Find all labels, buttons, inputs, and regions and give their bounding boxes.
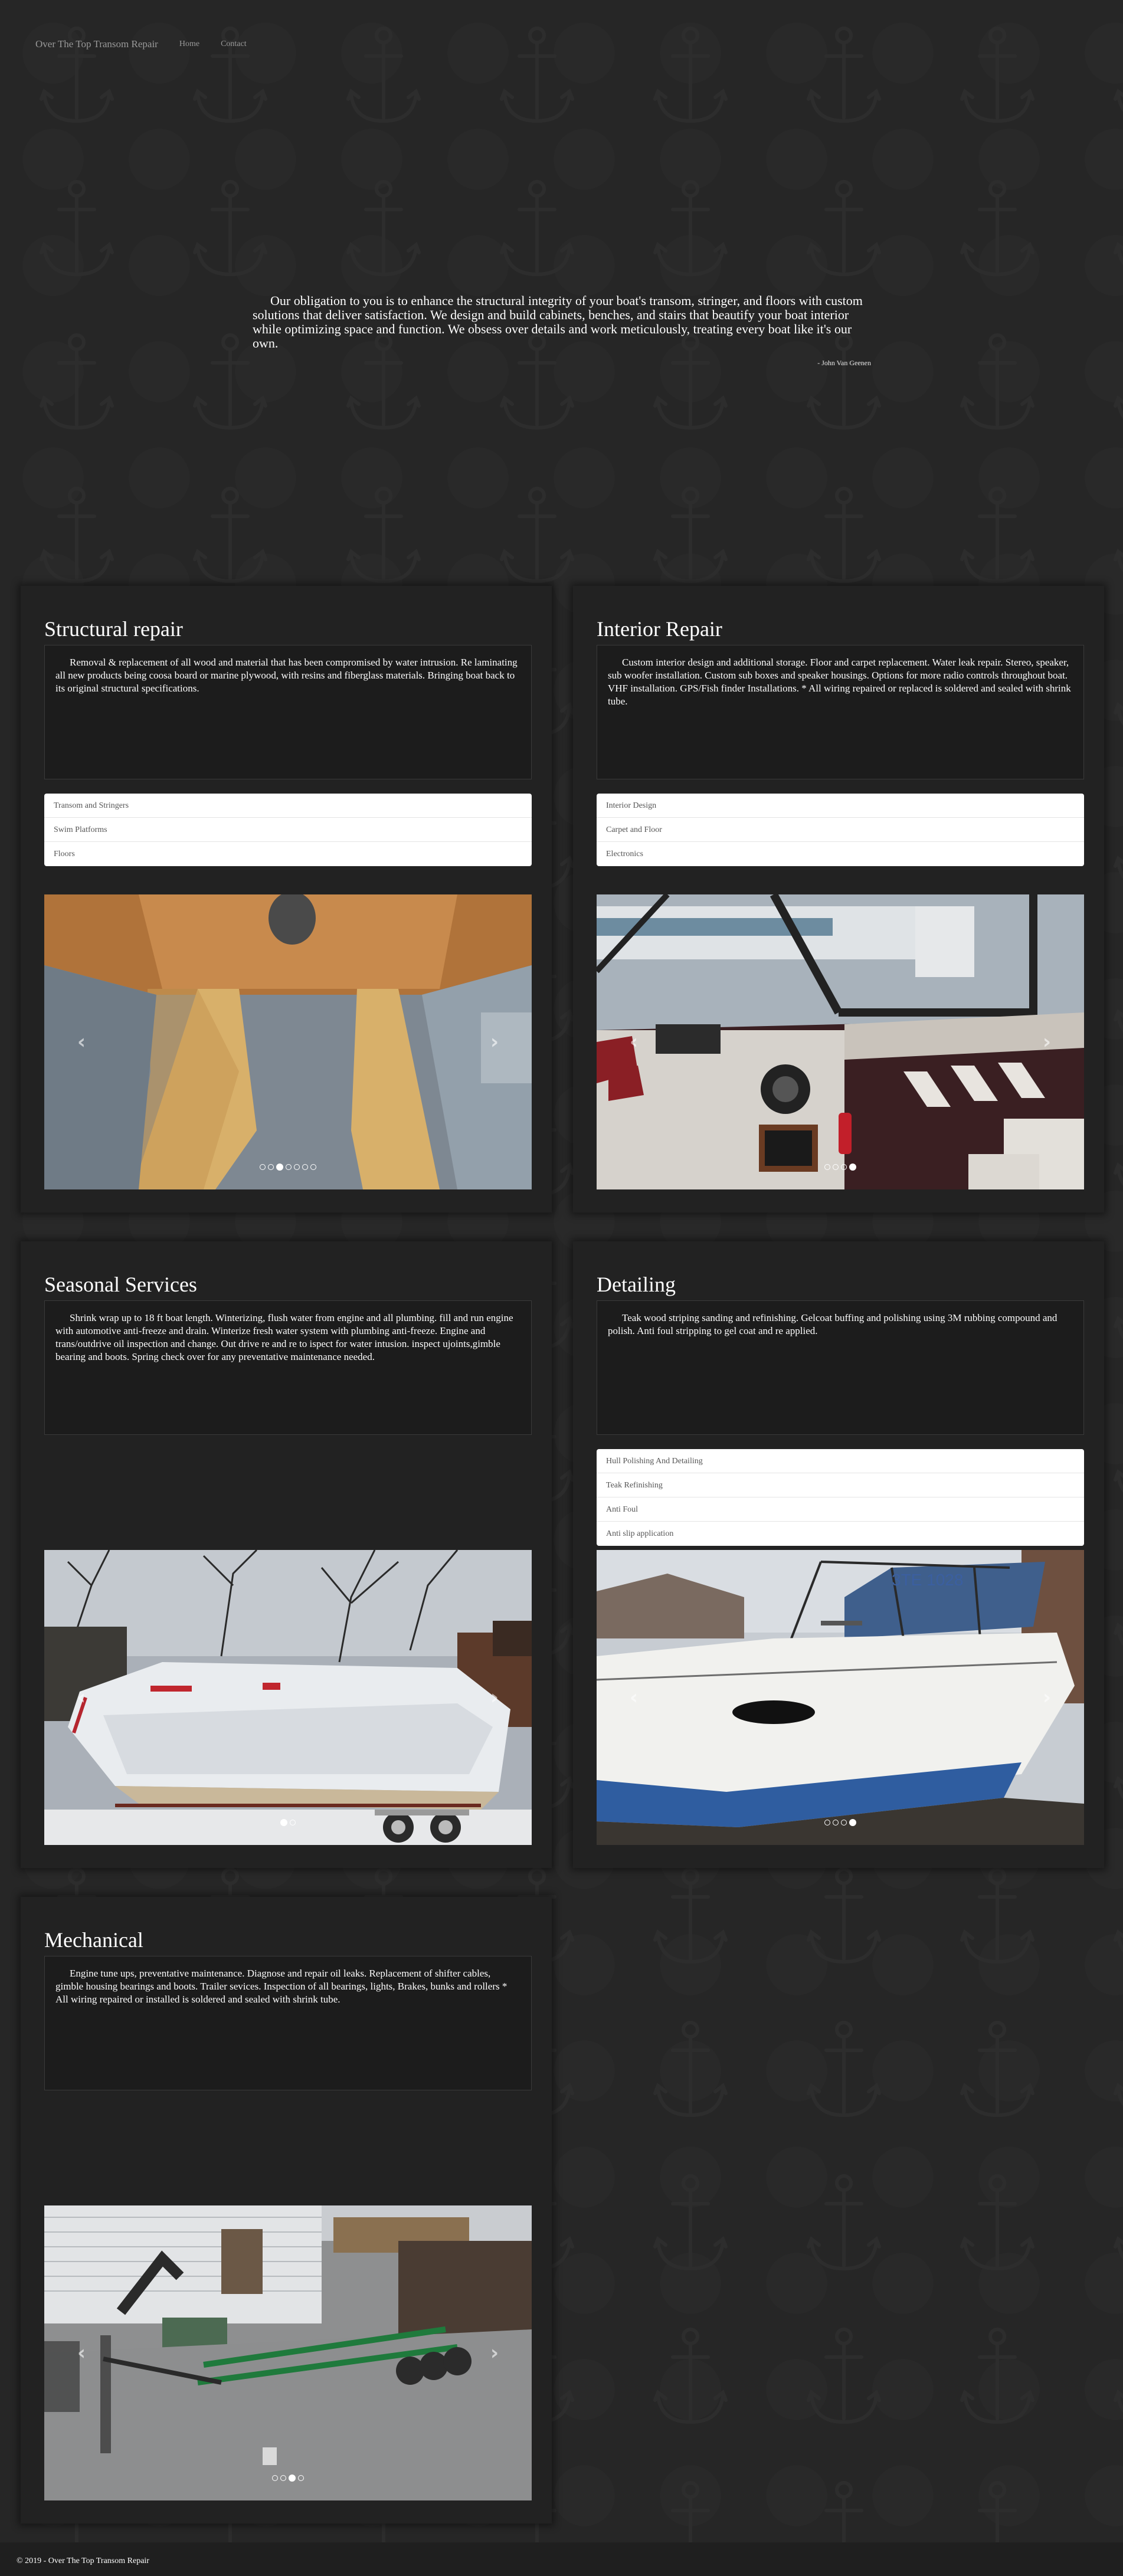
panel-description: Engine tune ups, preventative maintenanc… [44, 1956, 532, 2090]
carousel-prev-button[interactable]: ‹ [625, 1030, 643, 1054]
carousel-prev-button[interactable]: ‹ [625, 1686, 643, 1709]
carousel-indicator-active[interactable] [276, 1164, 283, 1171]
carousel-prev-button[interactable]: ‹ [73, 1030, 90, 1054]
carousel-indicator-active[interactable] [849, 1819, 856, 1826]
footer-copyright: © 2019 - Over The Top Transom Repair [17, 2557, 149, 2565]
image-carousel: ‹ › [44, 1550, 532, 1845]
carousel-indicator[interactable] [260, 1164, 266, 1170]
carousel-next-button[interactable]: › [486, 2341, 503, 2365]
carousel-next-button[interactable]: › [486, 1686, 503, 1709]
carousel-next-button[interactable]: › [486, 1030, 503, 1054]
list-item-carpet-and-floor[interactable]: Carpet and Floor [597, 818, 1084, 842]
carousel-image-shrink-wrap [44, 1550, 532, 1845]
image-carousel: ‹ › [597, 894, 1084, 1189]
carousel-indicator[interactable] [272, 2475, 278, 2481]
carousel-indicator[interactable] [833, 1820, 839, 1826]
carousel-indicator[interactable] [833, 1164, 839, 1170]
carousel-indicator-active[interactable] [849, 1164, 856, 1171]
carousel-indicators [597, 1819, 1084, 1826]
panel-title: Structural repair [44, 617, 183, 641]
service-list: Hull Polishing And Detailing Teak Refini… [597, 1449, 1084, 1546]
carousel-indicator-active[interactable] [289, 2475, 296, 2482]
carousel-indicator[interactable] [286, 1164, 292, 1170]
carousel-indicators [44, 1164, 532, 1171]
panel-mechanical: Mechanical Engine tune ups, preventative… [21, 1897, 552, 2523]
carousel-prev-button[interactable]: ‹ [73, 2341, 90, 2365]
panel-title: Mechanical [44, 1928, 143, 1952]
brand-link[interactable]: Over The Top Transom Repair [35, 38, 158, 50]
panel-title: Detailing [597, 1273, 676, 1296]
hero-section: Our obligation to you is to enhance the … [253, 294, 871, 368]
carousel-indicator[interactable] [841, 1164, 847, 1170]
carousel-indicators [44, 1819, 532, 1826]
panel-description: Custom interior design and additional st… [597, 645, 1084, 779]
carousel-indicator[interactable] [268, 1164, 274, 1170]
footer: © 2019 - Over The Top Transom Repair [0, 2542, 1123, 2576]
panel-description: Teak wood striping sanding and refinishi… [597, 1300, 1084, 1435]
list-item-anti-foul[interactable]: Anti Foul [597, 1497, 1084, 1522]
list-item-electronics[interactable]: Electronics [597, 842, 1084, 866]
hero-author: - John Van Geenen [817, 359, 871, 367]
carousel-indicator[interactable] [310, 1164, 316, 1170]
list-item-transom-and-stringers[interactable]: Transom and Stringers [44, 794, 532, 818]
panel-description: Shrink wrap up to 18 ft boat length. Win… [44, 1300, 532, 1435]
carousel-indicator[interactable] [298, 2475, 304, 2481]
list-item-interior-design[interactable]: Interior Design [597, 794, 1084, 818]
carousel-indicator[interactable] [824, 1164, 830, 1170]
carousel-indicator[interactable] [290, 1820, 296, 1826]
panel-description: Removal & replacement of all wood and ma… [44, 645, 532, 779]
carousel-indicator[interactable] [280, 2475, 286, 2481]
hull-registration-decal: 3TE 1028 [892, 1571, 963, 1589]
image-carousel: ‹ › [44, 894, 532, 1189]
panel-structural-repair: Structural repair Removal & replacement … [21, 586, 552, 1212]
panel-seasonal-services: Seasonal Services Shrink wrap up to 18 f… [21, 1241, 552, 1868]
carousel-image-transom-stringers [44, 894, 532, 1189]
carousel-indicator[interactable] [302, 1164, 308, 1170]
navbar: Over The Top Transom Repair Home Contact [35, 37, 247, 52]
panel-detailing: Detailing Teak wood striping sanding and… [573, 1241, 1104, 1868]
service-list: Interior Design Carpet and Floor Electro… [597, 794, 1084, 866]
nav-home-link[interactable]: Home [179, 40, 199, 49]
carousel-indicator[interactable] [824, 1820, 830, 1826]
image-carousel: 3TE 1028 ‹ › [597, 1550, 1084, 1845]
carousel-indicators [597, 1164, 1084, 1171]
nav-contact-link[interactable]: Contact [221, 40, 247, 49]
panel-interior-repair: Interior Repair Custom interior design a… [573, 586, 1104, 1212]
panel-title: Interior Repair [597, 617, 722, 641]
carousel-prev-button[interactable]: ‹ [73, 1686, 90, 1709]
carousel-indicator-active[interactable] [280, 1819, 287, 1826]
list-item-swim-platforms[interactable]: Swim Platforms [44, 818, 532, 842]
list-item-teak-refinishing[interactable]: Teak Refinishing [597, 1473, 1084, 1497]
service-list: Transom and Stringers Swim Platforms Flo… [44, 794, 532, 866]
carousel-indicator[interactable] [294, 1164, 300, 1170]
carousel-image-polished-hull: 3TE 1028 [597, 1550, 1084, 1845]
panel-title: Seasonal Services [44, 1273, 197, 1296]
carousel-image-trailer [44, 2205, 532, 2500]
list-item-floors[interactable]: Floors [44, 842, 532, 866]
carousel-indicator[interactable] [841, 1820, 847, 1826]
hero-quote: Our obligation to you is to enhance the … [253, 293, 863, 350]
list-item-hull-polishing[interactable]: Hull Polishing And Detailing [597, 1449, 1084, 1473]
carousel-next-button[interactable]: › [1038, 1686, 1056, 1709]
carousel-next-button[interactable]: › [1038, 1030, 1056, 1054]
list-item-anti-slip-application[interactable]: Anti slip application [597, 1522, 1084, 1546]
carousel-indicators [44, 2475, 532, 2482]
carousel-image-boat-interior [597, 894, 1084, 1189]
image-carousel: ‹ › [44, 2205, 532, 2500]
